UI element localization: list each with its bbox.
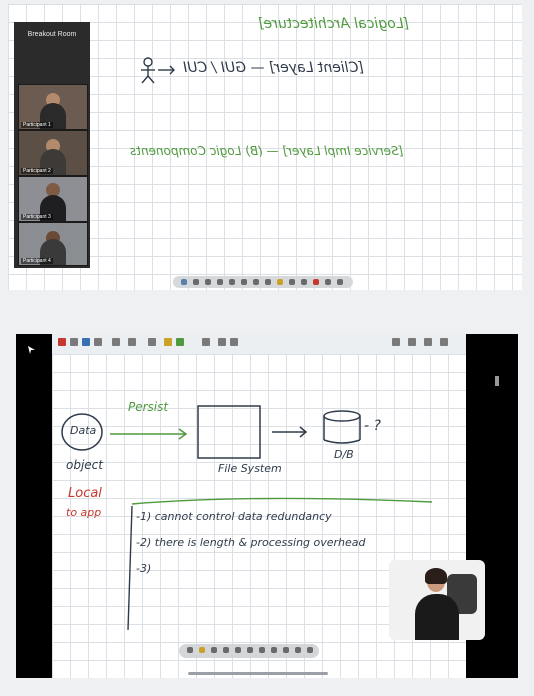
presenter-hair xyxy=(425,568,447,584)
participants-sidebar: Breakout Room Participant 1 Participant … xyxy=(14,22,90,268)
shape-icon[interactable] xyxy=(128,338,136,346)
more-icon[interactable] xyxy=(307,647,313,653)
text-icon[interactable] xyxy=(259,647,265,653)
view-icon[interactable] xyxy=(230,338,238,346)
menu-icon[interactable] xyxy=(440,338,448,346)
yellow-color-icon[interactable] xyxy=(277,279,283,285)
pointer-icon[interactable] xyxy=(187,647,193,653)
highlight-icon[interactable] xyxy=(164,338,172,346)
vertical-scrollbar[interactable] xyxy=(495,376,499,386)
user-stick-figure-icon xyxy=(141,57,175,84)
page-scroll-indicator[interactable] xyxy=(188,672,328,675)
cursor-icon xyxy=(28,346,35,354)
participant-tile[interactable]: Participant 4 xyxy=(18,222,88,266)
pen-tool-icon[interactable] xyxy=(193,279,199,285)
zoom-icon[interactable] xyxy=(218,338,226,346)
pen-icon[interactable] xyxy=(211,647,217,653)
record-icon[interactable] xyxy=(58,338,66,346)
close-toolbar-icon[interactable] xyxy=(337,279,343,285)
point-2: -2) there is length & processing overhea… xyxy=(136,536,366,549)
logical-architecture-heading: [Logical Architecture] xyxy=(258,16,410,32)
app-ribbon-toolbar[interactable] xyxy=(52,334,466,354)
marker-icon[interactable] xyxy=(223,647,229,653)
participant-name: Participant 1 xyxy=(21,122,53,128)
page-icon[interactable] xyxy=(202,338,210,346)
red-color-icon[interactable] xyxy=(313,279,319,285)
local-label: Local xyxy=(68,486,102,501)
data-label: Data xyxy=(70,424,97,437)
eraser-tool-icon[interactable] xyxy=(217,279,223,285)
lasso-icon[interactable] xyxy=(271,647,277,653)
undo-icon[interactable] xyxy=(283,647,289,653)
highlighter-tool-icon[interactable] xyxy=(205,279,211,285)
participant-tile[interactable]: Participant 1 xyxy=(18,84,88,130)
text-tool-icon[interactable] xyxy=(253,279,259,285)
more-tools-icon[interactable] xyxy=(325,279,331,285)
participant-name: Participant 3 xyxy=(21,214,53,220)
pen-icon[interactable] xyxy=(70,338,78,346)
whiteboard-toolbar[interactable] xyxy=(173,276,353,288)
undo-icon[interactable] xyxy=(289,279,295,285)
to-app-label: to app xyxy=(66,506,102,519)
client-layer-line: [Client Layer] — GUI / CUI xyxy=(183,60,364,76)
shape-icon[interactable] xyxy=(247,647,253,653)
service-layer-line: [Service Impl Layer] — (B) Logic Compone… xyxy=(130,144,404,158)
presenter-video[interactable] xyxy=(389,560,485,640)
pen-yellow-icon[interactable] xyxy=(199,647,205,653)
redo-icon[interactable] xyxy=(301,279,307,285)
green-pen-icon[interactable] xyxy=(176,338,184,346)
file-system-label: File System xyxy=(218,462,282,475)
eraser-icon[interactable] xyxy=(94,338,102,346)
participant-name: Participant 2 xyxy=(21,168,53,174)
fullscreen-icon[interactable] xyxy=(424,338,432,346)
shape-tool-icon[interactable] xyxy=(229,279,235,285)
redo-icon[interactable] xyxy=(295,647,301,653)
settings-icon[interactable] xyxy=(408,338,416,346)
color-icon[interactable] xyxy=(82,338,90,346)
insert-icon[interactable] xyxy=(148,338,156,346)
eraser-icon[interactable] xyxy=(235,647,241,653)
db-label: D/B xyxy=(334,448,354,461)
lasso-tool-icon[interactable] xyxy=(265,279,271,285)
presenter-body xyxy=(415,594,459,640)
pointer-tool-icon[interactable] xyxy=(181,279,187,285)
sidebar-title: Breakout Room xyxy=(27,31,77,38)
persist-label: Persist xyxy=(128,400,169,414)
share-icon[interactable] xyxy=(392,338,400,346)
annotation-toolbar[interactable] xyxy=(179,644,319,658)
object-label: object xyxy=(66,458,103,472)
screen-share-panel: Data object Local to app Persist File Sy… xyxy=(16,334,518,678)
point-3: -3) xyxy=(136,562,152,575)
point-1: -1) cannot control data redundancy xyxy=(136,510,332,523)
participant-tile[interactable]: Participant 3 xyxy=(18,176,88,222)
participant-name: Participant 4 xyxy=(21,258,53,264)
participant-tile[interactable]: Participant 2 xyxy=(18,130,88,176)
select-icon[interactable] xyxy=(112,338,120,346)
line-tool-icon[interactable] xyxy=(241,279,247,285)
top-whiteboard[interactable]: Breakout Room Participant 1 Participant … xyxy=(8,4,522,290)
db-question-label: - ? xyxy=(364,418,381,434)
